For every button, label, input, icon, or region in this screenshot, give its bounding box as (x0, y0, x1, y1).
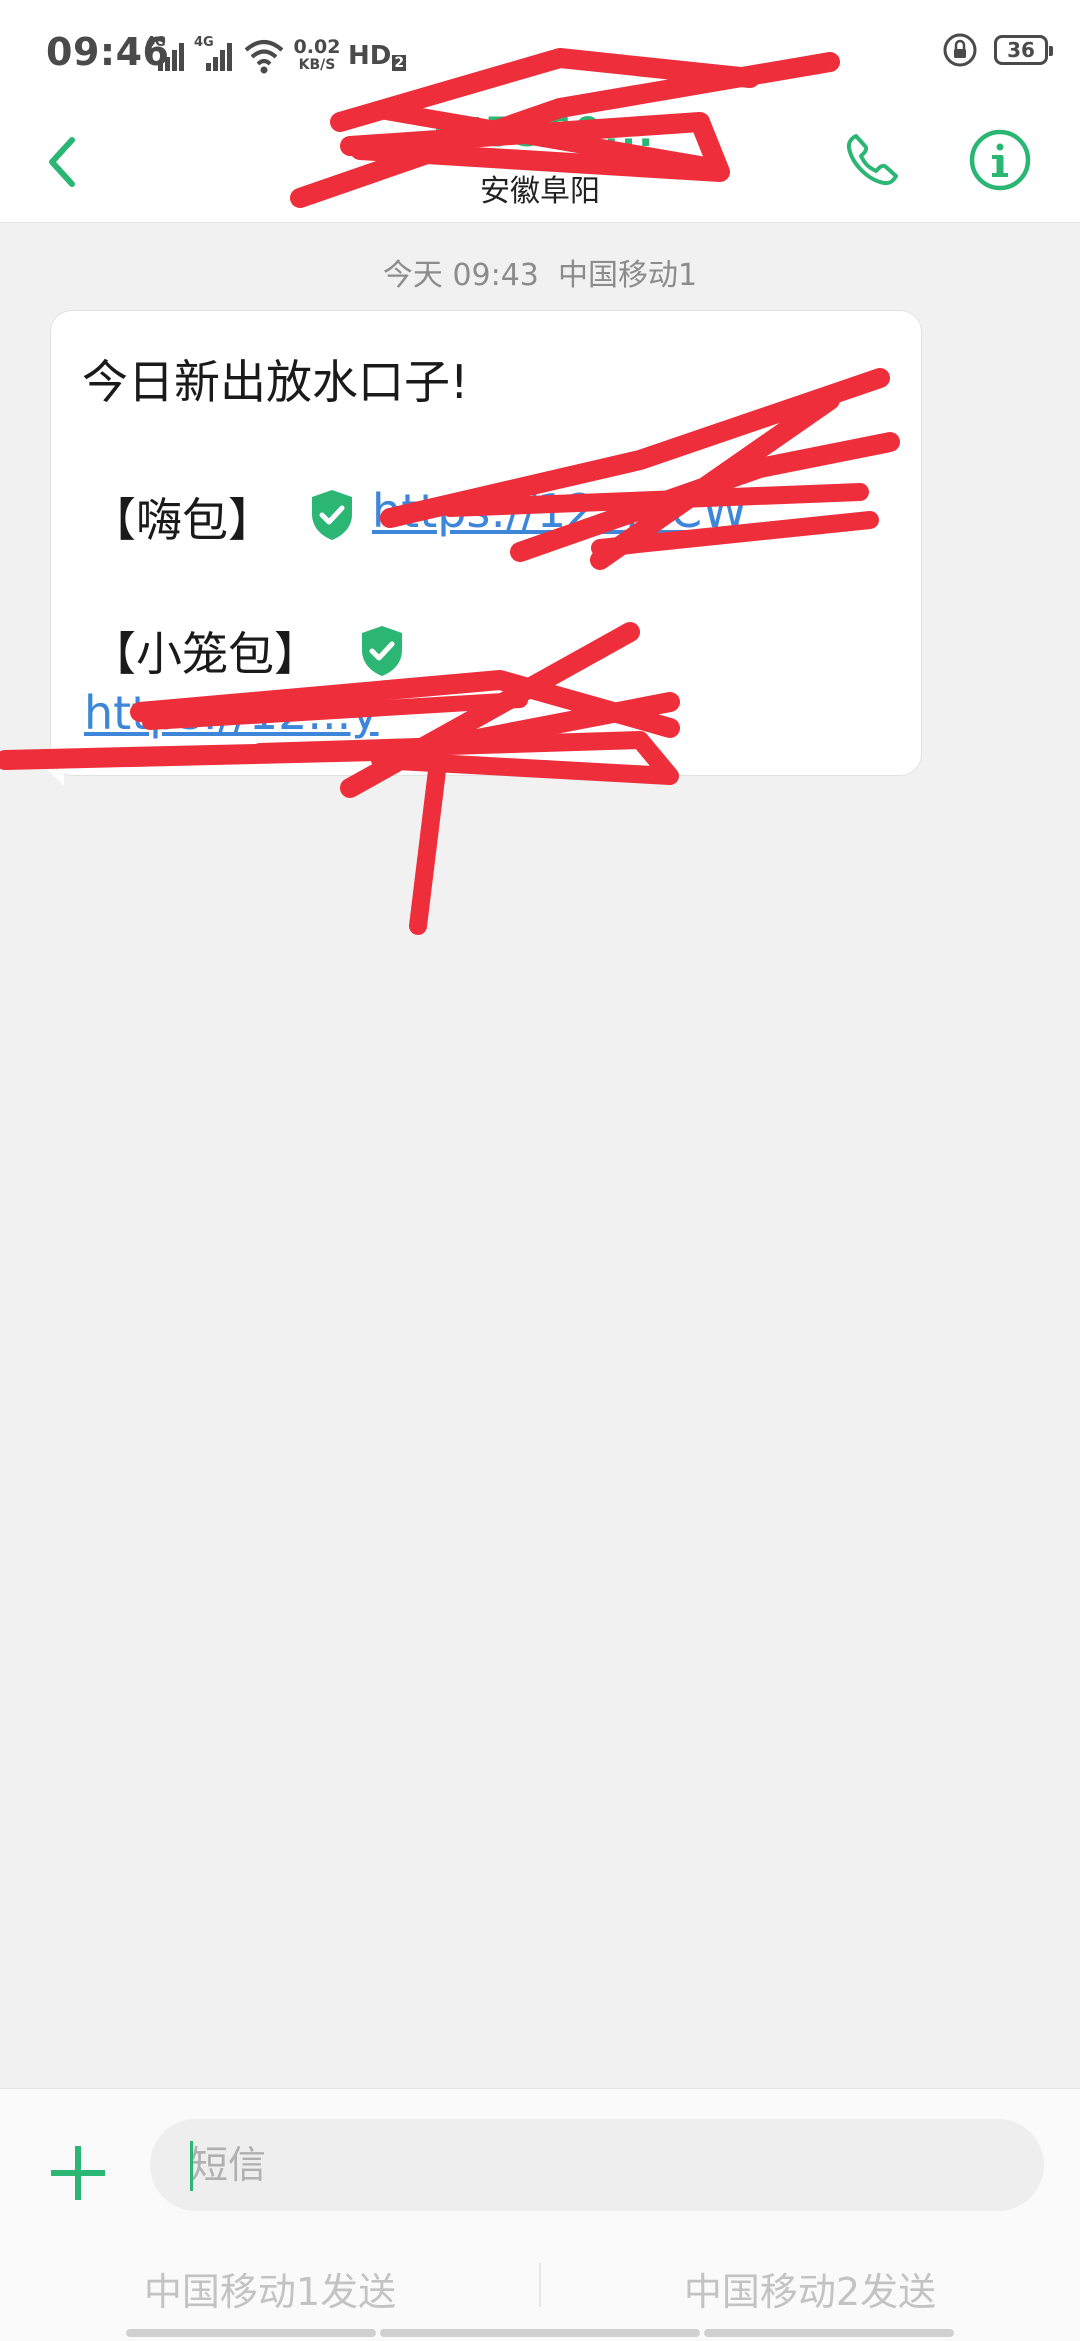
message-item-label: 【嗨包】 (90, 493, 274, 547)
message-link[interactable]: https://12...y (84, 686, 379, 740)
status-icons-right: 36 (942, 32, 1053, 68)
bubble-tail (48, 770, 64, 786)
text-caret (190, 2141, 193, 2191)
message-link[interactable]: https://12...BCW (372, 484, 748, 538)
net-speed-value: 0.02 (293, 36, 341, 58)
attach-button[interactable] (44, 2139, 112, 2207)
hd-sub: 2 (392, 55, 407, 71)
timestamp-sim: 中国移动1 (557, 258, 698, 293)
info-icon (969, 129, 1031, 191)
message-timestamp: 今天 09:43 中国移动1 (0, 250, 1080, 294)
net-speed-unit: KB/S (298, 57, 336, 73)
battery-icon: 36 (994, 35, 1053, 65)
send-row: 中国移动1发送 中国移动2发送 (0, 2253, 1080, 2323)
phone-icon (846, 134, 898, 186)
nav-indicator (704, 2329, 954, 2337)
contact-location: 安徽阜阳 (480, 174, 600, 209)
nav-indicator (380, 2329, 700, 2337)
message-line: 今日新出放水口子! (82, 355, 469, 409)
status-bar: 09:46 4G 4G 0.02 KB/S HD 2 36 (0, 0, 1080, 110)
send-sim2-button[interactable]: 中国移动2发送 (540, 2253, 1080, 2323)
shield-check-icon (312, 490, 352, 540)
signal-sim2-icon: 4G (194, 35, 236, 77)
message-item-label: 【小笼包】 (90, 627, 320, 681)
nav-indicator (126, 2329, 376, 2337)
timestamp-time: 今天 09:43 (382, 258, 539, 293)
hd-voice-icon: HD 2 (348, 41, 407, 71)
signal-sim1-icon: 4G (146, 35, 188, 77)
wifi-icon (242, 36, 286, 76)
contact-number[interactable]: 175560... (0, 110, 1080, 156)
battery-level: 36 (1007, 38, 1035, 62)
send-sim1-button[interactable]: 中国移动1发送 (0, 2253, 540, 2323)
info-button[interactable] (960, 120, 1040, 200)
hd-label: HD (348, 41, 392, 71)
rotation-lock-icon (942, 32, 978, 68)
conversation-header: 175560... 安徽阜阳 (0, 110, 1080, 223)
composer: 中国移动1发送 中国移动2发送 (0, 2088, 1080, 2341)
call-button[interactable] (836, 120, 908, 200)
plus-icon (51, 2146, 105, 2200)
message-input[interactable] (150, 2119, 1044, 2211)
status-icons-left: 4G 4G 0.02 KB/S HD 2 (146, 32, 407, 80)
shield-check-icon (362, 626, 402, 676)
net-speed: 0.02 KB/S (292, 38, 342, 74)
